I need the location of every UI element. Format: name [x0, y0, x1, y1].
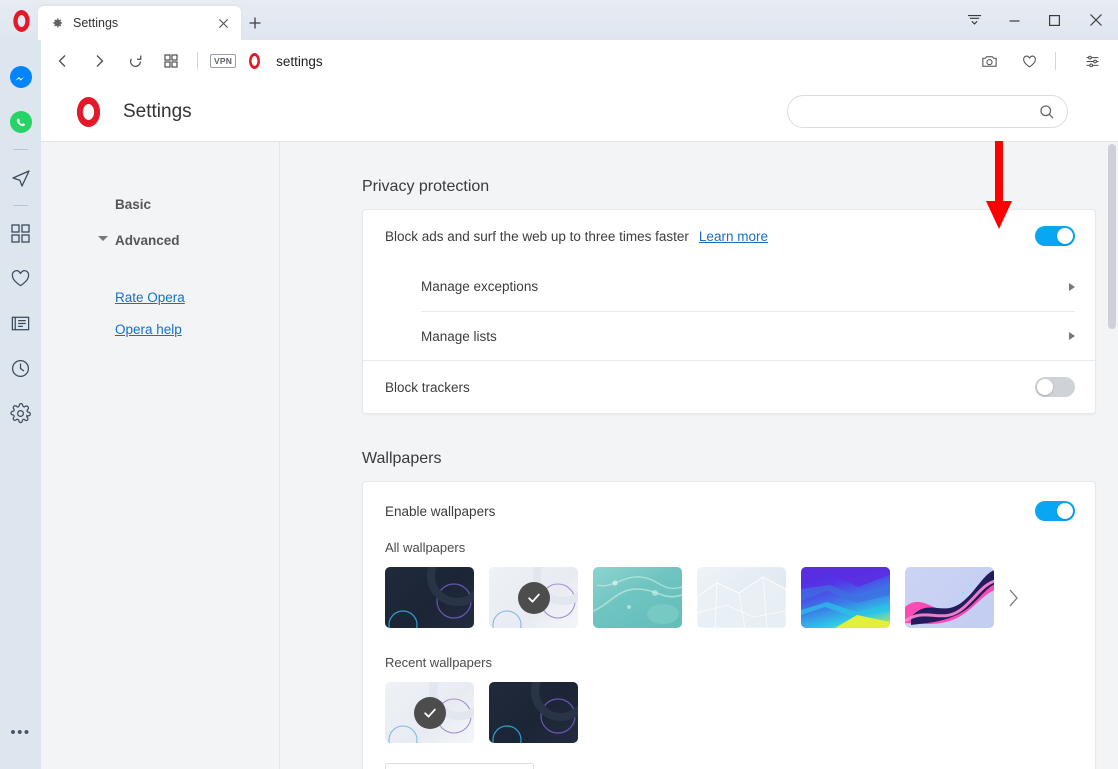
sidebar-item-settings[interactable] — [0, 391, 41, 436]
sidebar-item-history[interactable] — [0, 346, 41, 391]
sidebar-item-label: Advanced — [115, 232, 180, 248]
tab-menu-icon[interactable] — [954, 0, 994, 40]
sidebar-item-news[interactable] — [0, 301, 41, 346]
heart-icon[interactable] — [1013, 46, 1045, 76]
easy-setup-icon[interactable] — [1076, 46, 1108, 76]
content-scrollbar[interactable] — [1105, 142, 1118, 769]
toolbar-divider — [197, 52, 198, 70]
all-wallpapers-strip — [385, 567, 1095, 628]
sidebar-item-speeddial[interactable] — [0, 211, 41, 256]
settings-scroll-panel[interactable]: Privacy protection Block ads and surf th… — [280, 142, 1118, 769]
sidebar-divider — [13, 149, 28, 150]
wallpaper-pink-wave[interactable] — [905, 567, 994, 628]
minimize-icon[interactable] — [994, 0, 1034, 40]
block-trackers-row: Block trackers — [363, 361, 1095, 413]
page-title: Settings — [123, 100, 192, 122]
settings-content: Basic Advanced Rate Opera Opera help Pri… — [41, 141, 1118, 769]
speed-dial-button[interactable] — [155, 46, 187, 76]
opera-help-link[interactable]: Opera help — [41, 314, 279, 346]
wallpaper-actions: Add your wallpaper Get more wallpapers — [385, 763, 1095, 769]
add-your-wallpaper-button[interactable]: Add your wallpaper — [385, 763, 535, 769]
sidebar-item-messenger[interactable] — [0, 54, 41, 99]
tab-title: Settings — [73, 16, 119, 30]
settings-page-header: Settings — [41, 82, 1118, 141]
title-bar: Settings — [0, 0, 1118, 40]
snapshot-icon[interactable] — [973, 46, 1005, 76]
recent-wallpapers-strip — [385, 682, 1095, 743]
enable-wallpapers-row: Enable wallpapers — [363, 482, 1095, 540]
block-trackers-toggle[interactable] — [1035, 377, 1075, 397]
next-wallpapers-button[interactable] — [1007, 588, 1020, 608]
block-ads-toggle[interactable] — [1035, 226, 1075, 246]
wallpaper-violet-gradient[interactable] — [801, 567, 890, 628]
section-title-wallpapers: Wallpapers — [362, 450, 442, 467]
opera-logo-icon — [12, 10, 30, 32]
toolbar-divider — [1055, 52, 1056, 70]
opera-browser-window: Settings VPN settings ••• Settings Basic… — [0, 0, 1118, 769]
opera-logo-icon — [76, 96, 101, 127]
check-icon — [517, 581, 550, 614]
sidebar-rail: ••• — [0, 40, 41, 769]
sidebar-item-label: Basic — [115, 196, 152, 212]
sidebar-item-advanced[interactable]: Advanced — [41, 222, 279, 258]
sidebar-item-bookmarks[interactable] — [0, 256, 41, 301]
wallpaper-teal[interactable] — [593, 567, 682, 628]
wallpaper-light-gray[interactable] — [385, 682, 474, 743]
enable-wallpapers-label: Enable wallpapers — [385, 503, 496, 519]
sidebar-divider — [13, 205, 28, 206]
sidebar-item-telegram[interactable] — [0, 155, 41, 200]
check-icon — [413, 696, 446, 729]
sidebar-item-whatsapp[interactable] — [0, 99, 41, 144]
block-trackers-label: Block trackers — [385, 379, 470, 395]
enable-wallpapers-toggle[interactable] — [1035, 501, 1075, 521]
settings-side-nav: Basic Advanced Rate Opera Opera help — [41, 142, 280, 769]
chevron-down-icon — [98, 236, 108, 241]
manage-exceptions-label: Manage exceptions — [421, 279, 539, 294]
learn-more-link[interactable]: Learn more — [699, 229, 768, 244]
address-input[interactable]: settings — [276, 54, 965, 69]
maximize-icon[interactable] — [1034, 0, 1074, 40]
rate-opera-link[interactable]: Rate Opera — [41, 282, 279, 314]
chevron-right-icon — [1069, 282, 1075, 291]
all-wallpapers-label: All wallpapers — [385, 540, 466, 555]
opera-logo-icon — [249, 53, 261, 69]
block-ads-row: Block ads and surf the web up to three t… — [363, 210, 1095, 262]
manage-lists-row[interactable]: Manage lists — [421, 311, 1075, 360]
search-input[interactable] — [787, 95, 1068, 128]
manage-exceptions-row[interactable]: Manage exceptions — [421, 262, 1075, 311]
wallpaper-pale-polygon[interactable] — [697, 567, 786, 628]
wallpaper-light-gray[interactable] — [489, 567, 578, 628]
chevron-right-icon — [1069, 332, 1075, 340]
wallpapers-card: Enable wallpapers All wallpapers Recent … — [362, 481, 1096, 769]
block-ads-label: Block ads and surf the web up to three t… — [385, 228, 689, 244]
toggle-knob — [1057, 228, 1073, 244]
navbar-right-actions — [965, 46, 1108, 76]
close-icon[interactable] — [212, 12, 234, 34]
close-icon[interactable] — [1074, 0, 1118, 40]
privacy-card: Block ads and surf the web up to three t… — [362, 209, 1096, 414]
forward-button[interactable] — [83, 46, 115, 76]
sidebar-more-button[interactable]: ••• — [0, 724, 41, 769]
scrollbar-thumb[interactable] — [1108, 144, 1116, 329]
toggle-knob — [1057, 503, 1073, 519]
wallpaper-dark-blue[interactable] — [489, 682, 578, 743]
back-button[interactable] — [47, 46, 79, 76]
window-controls — [954, 0, 1118, 40]
browser-tab-settings[interactable]: Settings — [38, 6, 241, 40]
new-tab-button[interactable] — [243, 11, 267, 35]
reload-button[interactable] — [119, 46, 151, 76]
manage-lists-label: Manage lists — [421, 328, 497, 344]
gear-icon — [50, 16, 64, 30]
settings-search — [787, 95, 1068, 128]
toggle-knob — [1037, 379, 1053, 395]
search-icon[interactable] — [1037, 102, 1056, 121]
recent-wallpapers-label: Recent wallpapers — [385, 655, 492, 670]
section-title-privacy: Privacy protection — [362, 178, 490, 195]
sidebar-item-basic[interactable]: Basic — [41, 186, 279, 222]
sidebar-more-label: ••• — [10, 723, 31, 741]
navigation-bar: VPN settings — [38, 40, 1118, 82]
vpn-badge[interactable]: VPN — [210, 54, 237, 68]
wallpaper-dark-blue[interactable] — [385, 567, 474, 628]
opera-menu-button[interactable] — [8, 8, 34, 34]
